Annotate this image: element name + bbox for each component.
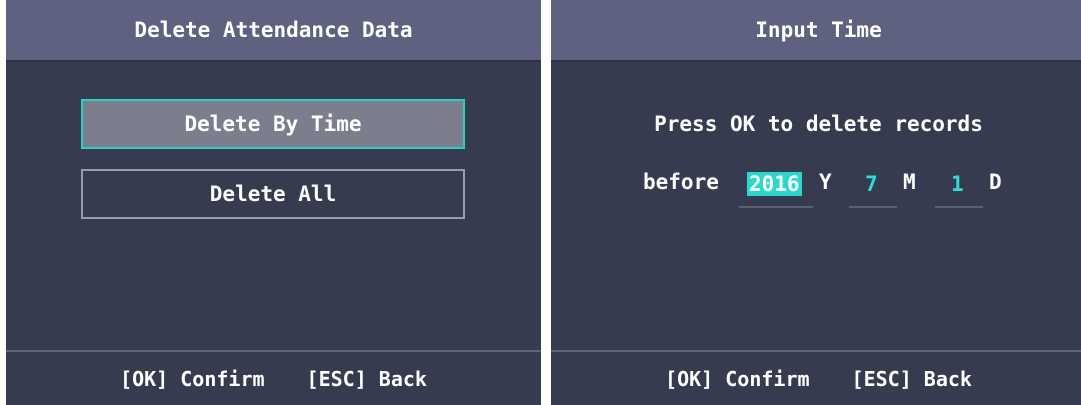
- delete-all-button[interactable]: Delete All: [81, 169, 465, 219]
- menu-item-label: Delete All: [209, 182, 337, 206]
- month-unit: M: [903, 170, 916, 194]
- year-value: 2016: [747, 172, 802, 196]
- delete-attendance-screen: Delete Attendance Data Delete By Time De…: [6, 0, 541, 405]
- ok-confirm-hint[interactable]: [OK] Confirm: [120, 367, 265, 391]
- month-value: 7: [865, 172, 878, 196]
- esc-back-hint[interactable]: [ESC] Back: [852, 367, 972, 391]
- year-field[interactable]: 2016: [739, 170, 813, 208]
- input-time-screen: Input Time Press OK to delete records be…: [551, 0, 1081, 405]
- before-label: before: [643, 170, 719, 194]
- ok-confirm-hint[interactable]: [OK] Confirm: [665, 367, 810, 391]
- screen-title: Input Time: [551, 0, 1081, 62]
- footer-bar: [OK] Confirm [ESC] Back: [551, 350, 1081, 405]
- delete-by-time-button[interactable]: Delete By Time: [81, 99, 465, 149]
- month-field[interactable]: 7: [849, 170, 897, 208]
- day-unit: D: [989, 170, 1002, 194]
- day-field[interactable]: 1: [935, 170, 983, 208]
- menu-item-label: Delete By Time: [184, 112, 362, 136]
- esc-back-hint[interactable]: [ESC] Back: [307, 367, 427, 391]
- day-value: 1: [951, 172, 964, 196]
- year-unit: Y: [819, 170, 832, 194]
- footer-bar: [OK] Confirm [ESC] Back: [6, 350, 541, 405]
- delete-prompt: Press OK to delete records: [654, 112, 983, 136]
- screen-title: Delete Attendance Data: [6, 0, 541, 62]
